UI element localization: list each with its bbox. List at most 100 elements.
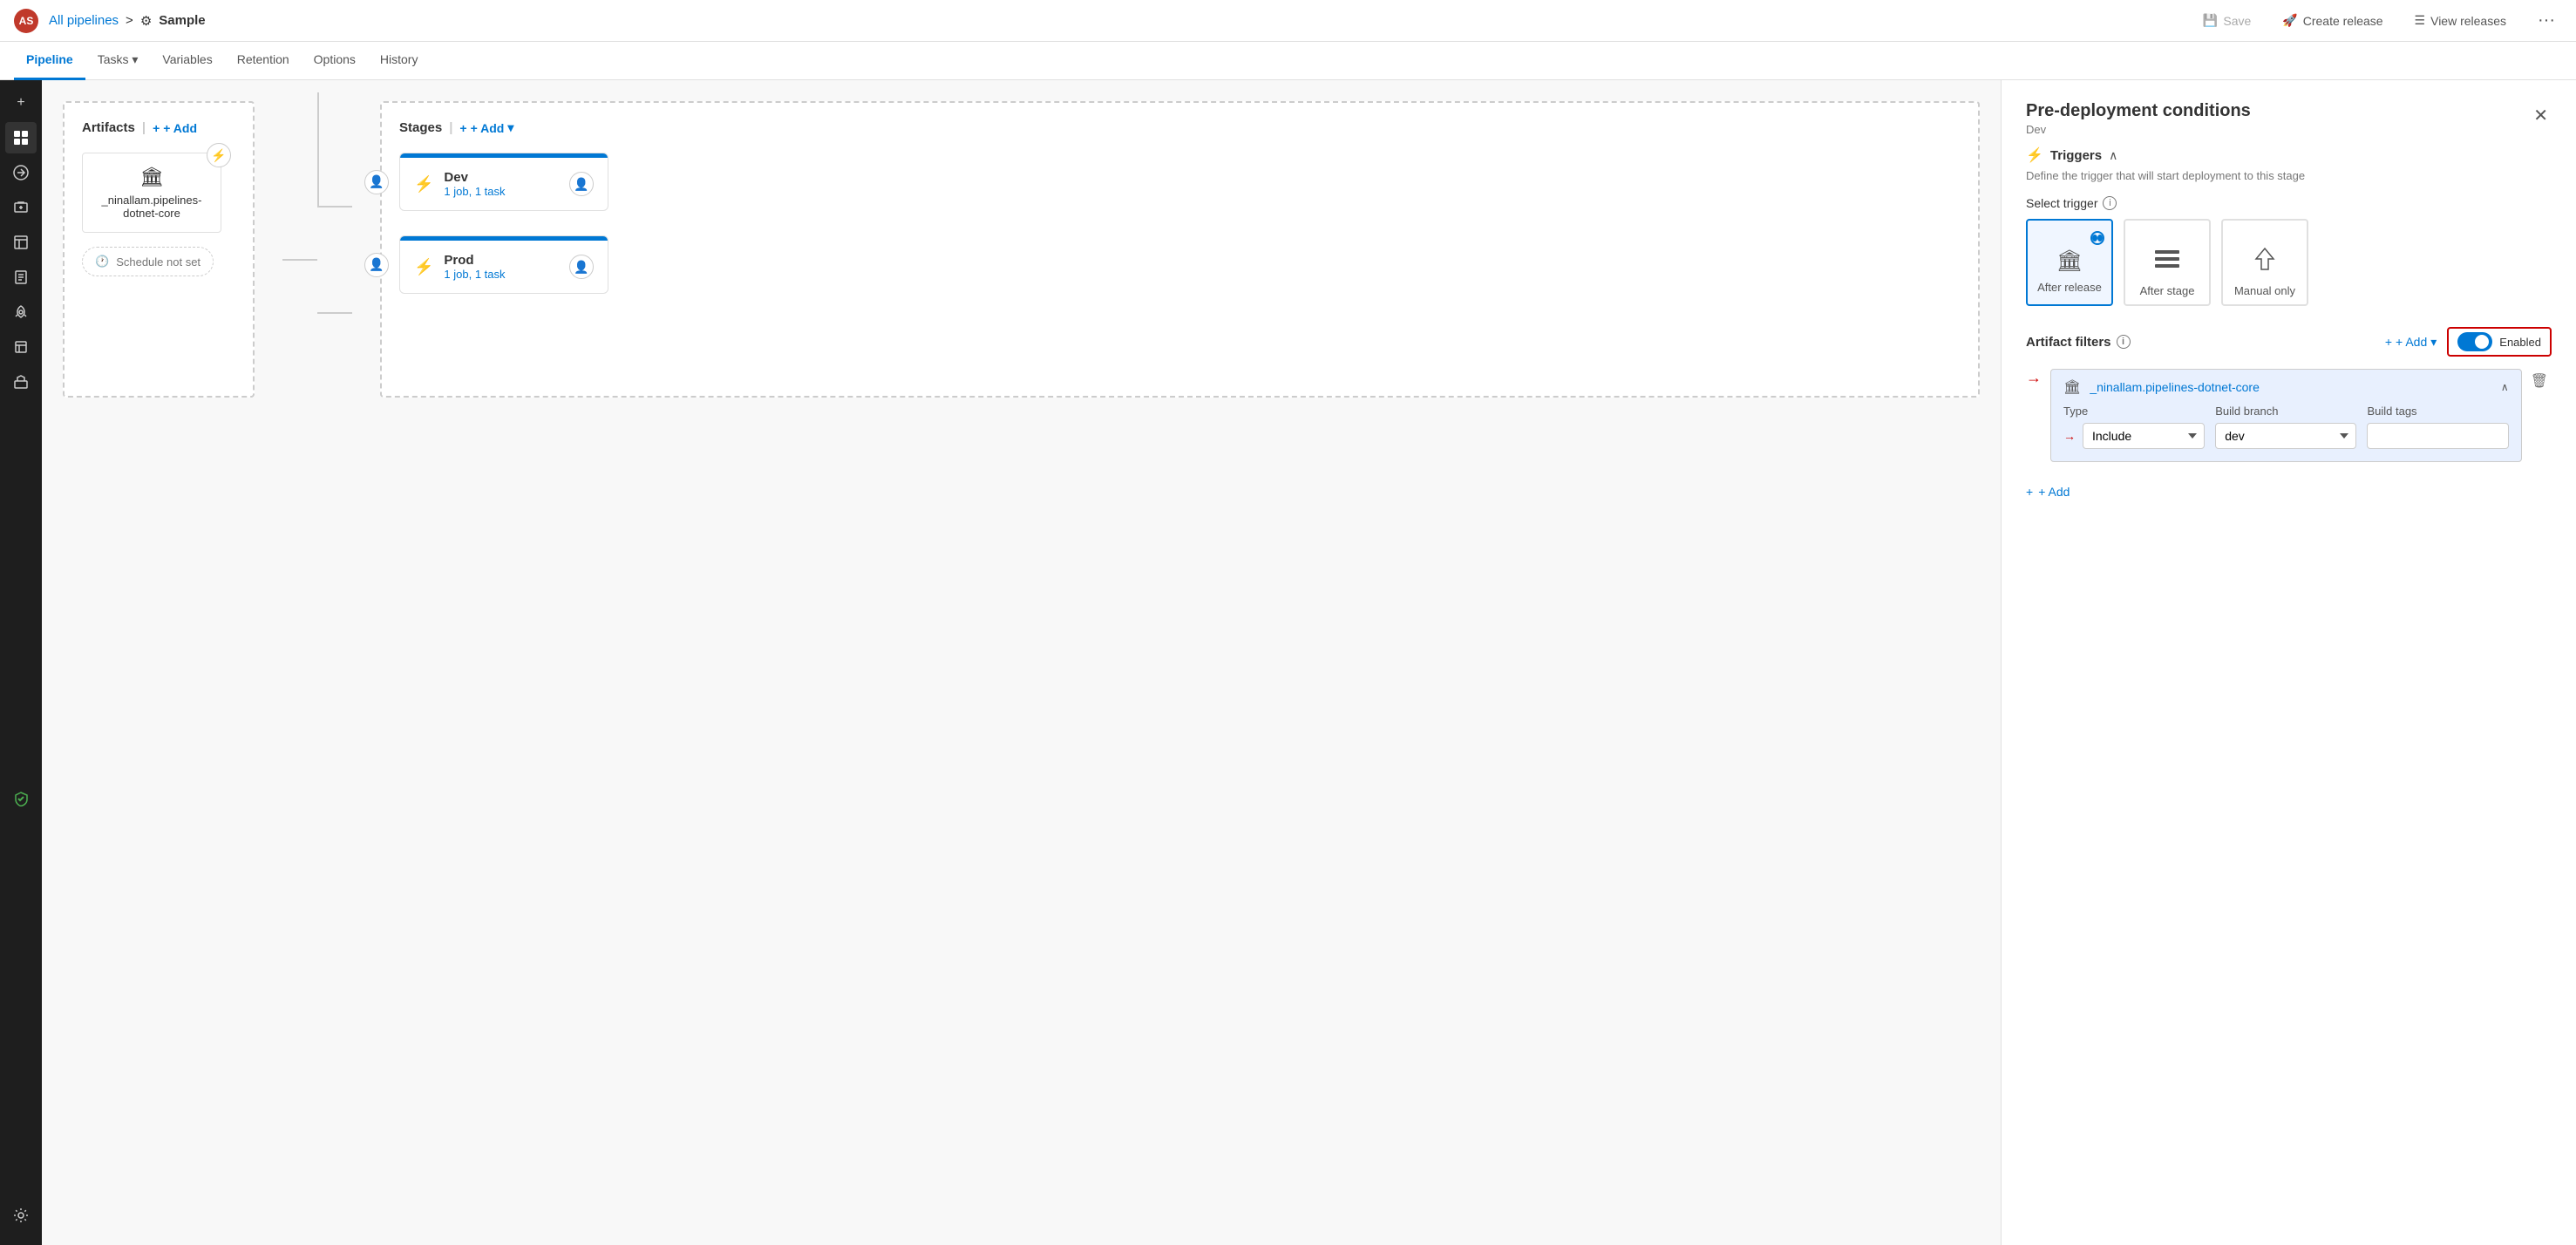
panel-title: Pre-deployment conditions xyxy=(2026,101,2251,121)
sidebar-icon-security[interactable] xyxy=(5,783,37,814)
panel-body: ⚡ Triggers ∧ Define the trigger that wil… xyxy=(2002,146,2576,1245)
avatar: AS xyxy=(14,9,38,33)
dev-stage-tasks: 1 job, 1 task xyxy=(444,185,559,198)
triggers-description: Define the trigger that will start deplo… xyxy=(2026,169,2552,182)
tab-retention[interactable]: Retention xyxy=(225,42,302,80)
prod-post-approval[interactable]: 👤 xyxy=(569,255,594,279)
tags-label: Build tags xyxy=(2367,405,2508,418)
add-filter-row-icon: + xyxy=(2026,485,2033,499)
artifact-card[interactable]: ⚡ 🏛 _ninallam.pipelines-dotnet-core xyxy=(82,153,221,233)
branch-label: Build branch xyxy=(2215,405,2356,418)
select-trigger-info-icon[interactable]: i xyxy=(2103,196,2117,210)
stages-section: Stages | + + Add ▾ 👤 xyxy=(380,101,1980,398)
type-field-arrow: → xyxy=(2063,429,2076,443)
sidebar-icon-settings[interactable] xyxy=(5,1200,37,1231)
sidebar-icon-deploy[interactable] xyxy=(5,192,37,223)
view-releases-button[interactable]: ☰ View releases xyxy=(2408,10,2513,31)
tab-variables[interactable]: Variables xyxy=(150,42,224,80)
artifact-name: _ninallam.pipelines-dotnet-core xyxy=(95,194,208,220)
sidebar-icon-dashboard[interactable] xyxy=(5,122,37,153)
left-sidebar: + xyxy=(0,80,42,1245)
breadcrumb: All pipelines > ⚙ Sample xyxy=(49,13,206,29)
artifact-filter-add-button[interactable]: + + Add ▾ xyxy=(2385,335,2437,350)
dev-stage-row: 👤 ⚡ Dev 1 job, 1 task 👤 xyxy=(399,153,1961,211)
triggers-title-row: ⚡ Triggers ∧ xyxy=(2026,146,2552,164)
panel-header: Pre-deployment conditions Dev ✕ xyxy=(2002,80,2576,146)
save-button[interactable]: 💾 Save xyxy=(2196,10,2258,31)
trigger-manual-only[interactable]: Manual only xyxy=(2221,219,2308,306)
artifact-filter-delete-button[interactable]: 🗑 xyxy=(2527,369,2552,393)
branch-select[interactable]: dev main master xyxy=(2215,423,2356,449)
artifact-filters-row: Artifact filters i + + Add ▾ xyxy=(2026,327,2552,357)
tags-input[interactable] xyxy=(2367,423,2508,449)
tab-options[interactable]: Options xyxy=(302,42,368,80)
artifact-filters-toggle[interactable] xyxy=(2457,332,2492,351)
schedule-card[interactable]: 🕐 Schedule not set xyxy=(82,247,214,276)
triggers-title: Triggers xyxy=(2050,148,2102,163)
sidebar-icon-repos[interactable] xyxy=(5,262,37,293)
after-release-icon: 🏛 xyxy=(2056,248,2083,274)
sidebar-icon-test[interactable] xyxy=(5,331,37,363)
breadcrumb-all-pipelines[interactable]: All pipelines xyxy=(49,13,119,28)
main-layout: + xyxy=(0,80,2576,1245)
navtabs: Pipeline Tasks ▾ Variables Retention Opt… xyxy=(0,42,2576,80)
select-trigger-label: Select trigger i xyxy=(2026,196,2552,210)
artifact-filter-item-row: → 🏛 _ninallam.pipelines-dotnet-core ∧ Ty… xyxy=(2026,369,2552,473)
add-stage-chevron: ▾ xyxy=(507,120,513,135)
artifact-filter-header[interactable]: 🏛 _ninallam.pipelines-dotnet-core ∧ xyxy=(2051,370,2521,405)
panel-subtitle: Dev xyxy=(2026,123,2251,136)
triggers-section: ⚡ Triggers ∧ Define the trigger that wil… xyxy=(2026,146,2552,306)
save-icon: 💾 xyxy=(2203,13,2218,28)
artifact-filters-label: Artifact filters i xyxy=(2026,335,2131,350)
breadcrumb-current: Sample xyxy=(159,13,205,28)
panel-close-button[interactable]: ✕ xyxy=(2530,101,2552,130)
artifact-filters-section: Artifact filters i + + Add ▾ xyxy=(2026,327,2552,504)
sidebar-icon-pipeline[interactable] xyxy=(5,157,37,188)
connector-line xyxy=(282,259,317,261)
type-select[interactable]: Include Exclude xyxy=(2083,423,2205,449)
sidebar-icon-add[interactable]: + xyxy=(5,87,37,119)
pipeline-row: Artifacts | + + Add ⚡ 🏛 _ninallam.pipeli… xyxy=(63,101,1980,398)
trigger-after-stage[interactable]: After stage xyxy=(2124,219,2211,306)
prod-stage-card[interactable]: ⚡ Prod 1 job, 1 task 👤 xyxy=(399,235,608,294)
prod-stage-lightning-icon: ⚡ xyxy=(414,258,433,276)
dev-post-approval[interactable]: 👤 xyxy=(569,172,594,196)
tab-tasks[interactable]: Tasks ▾ xyxy=(85,42,151,80)
artifacts-header: Artifacts | + + Add xyxy=(82,120,235,135)
prod-pre-approval[interactable]: 👤 xyxy=(364,253,389,277)
toggle-enabled-label: Enabled xyxy=(2499,336,2541,349)
trigger-after-release[interactable]: 🏛 After release xyxy=(2026,219,2113,306)
add-stage-icon: + xyxy=(459,121,466,135)
tab-history[interactable]: History xyxy=(368,42,431,80)
dev-stage-card[interactable]: ⚡ Dev 1 job, 1 task 👤 xyxy=(399,153,608,211)
add-filter-icon: + xyxy=(2385,335,2392,349)
topbar: AS All pipelines > ⚙ Sample 💾 Save 🚀 Cre… xyxy=(0,0,2576,42)
artifacts-section: Artifacts | + + Add ⚡ 🏛 _ninallam.pipeli… xyxy=(63,101,255,398)
dev-stage-lightning-icon: ⚡ xyxy=(414,175,433,194)
artifact-filters-toggle-container: Enabled xyxy=(2447,327,2552,357)
create-release-button[interactable]: 🚀 Create release xyxy=(2275,10,2389,31)
more-button[interactable]: ··· xyxy=(2531,7,2562,34)
dev-stage-info: Dev 1 job, 1 task xyxy=(444,170,559,198)
artifacts-title: Artifacts xyxy=(82,120,135,135)
stages-add-button[interactable]: + + Add ▾ xyxy=(459,120,513,135)
tab-pipeline[interactable]: Pipeline xyxy=(14,42,85,80)
sidebar-icon-artifacts[interactable] xyxy=(5,366,37,398)
after-stage-icon xyxy=(2153,247,2181,277)
artifacts-add-button[interactable]: + + Add xyxy=(153,121,197,135)
list-icon: ☰ xyxy=(2415,13,2426,28)
sidebar-icon-rocket[interactable] xyxy=(5,296,37,328)
dev-pre-approval[interactable]: 👤 xyxy=(364,170,389,194)
right-panel: Pre-deployment conditions Dev ✕ ⚡ Trigge… xyxy=(2001,80,2576,1245)
prod-stage-name: Prod xyxy=(444,253,559,268)
sidebar-icon-boards[interactable] xyxy=(5,227,37,258)
artifact-filters-info-icon[interactable]: i xyxy=(2117,335,2131,349)
dev-stage-name: Dev xyxy=(444,170,559,185)
manual-only-label: Manual only xyxy=(2234,284,2295,297)
triggers-collapse-button[interactable]: ∧ xyxy=(2109,148,2117,163)
filter-actions: + + Add ▾ Enabled xyxy=(2385,327,2552,357)
add-filter-row-button[interactable]: + + Add xyxy=(2026,480,2070,504)
tags-field: Build tags xyxy=(2367,405,2508,449)
type-label: Type xyxy=(2063,405,2205,418)
artifact-lightning-button[interactable]: ⚡ xyxy=(207,143,231,167)
